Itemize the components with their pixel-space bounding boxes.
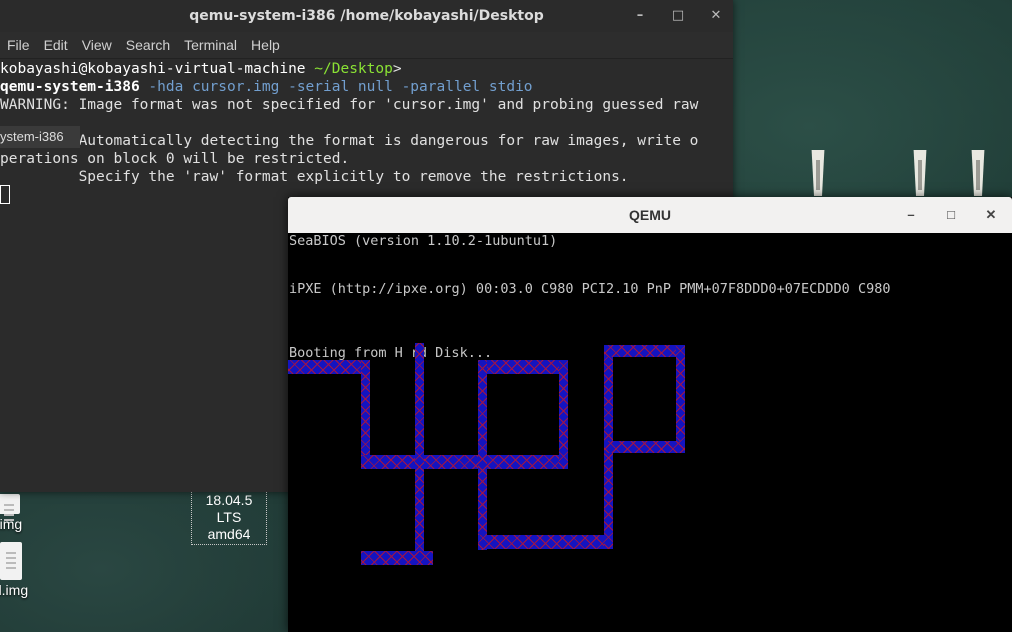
pixel-block bbox=[559, 360, 568, 468]
warning-line: perations on block 0 will be restricted. bbox=[0, 151, 350, 167]
warning-line: Automatically detecting the format is da… bbox=[0, 133, 699, 149]
menu-search[interactable]: Search bbox=[119, 37, 177, 53]
minimize-icon[interactable]: – bbox=[633, 0, 647, 32]
pixel-block bbox=[478, 360, 487, 550]
command-name: qemu-system-i386 bbox=[0, 79, 140, 95]
pixel-block bbox=[604, 345, 685, 357]
pixel-block bbox=[604, 441, 685, 453]
bios-line: SeaBIOS (version 1.10.2-1ubuntu1) bbox=[289, 233, 558, 249]
prompt-symbol: > bbox=[392, 61, 402, 77]
prompt-path: ~/Desktop bbox=[305, 61, 393, 77]
close-icon[interactable]: ✕ bbox=[709, 0, 723, 32]
qemu-titlebar[interactable]: QEMU – □ ✕ bbox=[288, 197, 1012, 233]
pixel-block bbox=[478, 535, 613, 549]
desktop-iso-label[interactable]: 18.04.5 LTS amd64 bbox=[191, 490, 267, 545]
warning-line: WARNING: Image format was not specified … bbox=[0, 97, 699, 113]
terminal-cursor bbox=[0, 185, 10, 204]
terminal-menubar: File Edit View Search Terminal Help bbox=[0, 32, 733, 59]
menu-view[interactable]: View bbox=[75, 37, 119, 53]
file-icon bbox=[0, 494, 20, 514]
desktop-file-icon[interactable]: d.img bbox=[0, 542, 34, 598]
pixel-block bbox=[288, 360, 369, 374]
pixel-block bbox=[361, 455, 568, 469]
menu-help[interactable]: Help bbox=[244, 37, 287, 53]
pixel-block bbox=[361, 360, 370, 456]
boot-line: Booting from Hrd Disk... bbox=[289, 345, 492, 361]
desktop-file-icon[interactable]: .img bbox=[0, 494, 32, 532]
prompt-line: kobayashi@kobayashi-virtual-machine ~/De… bbox=[0, 60, 402, 78]
menu-file[interactable]: File bbox=[0, 37, 37, 53]
close-icon[interactable]: ✕ bbox=[984, 197, 998, 233]
pixel-block bbox=[478, 360, 568, 374]
qemu-window[interactable]: QEMU – □ ✕ SeaBIOS (version 1.10.2-1ubun… bbox=[288, 197, 1012, 632]
maximize-icon[interactable]: □ bbox=[944, 197, 958, 233]
iso-label-line: amd64 bbox=[207, 526, 251, 542]
prompt-user: kobayashi@kobayashi-virtual-machine bbox=[0, 61, 306, 77]
qemu-title: QEMU bbox=[629, 207, 671, 223]
boot-text: Booting from H bbox=[289, 345, 403, 361]
desktop-file-label: .img bbox=[0, 516, 23, 532]
maximize-icon[interactable]: □ bbox=[671, 0, 685, 32]
terminal-titlebar[interactable]: qemu-system-i386 /home/kobayashi/Desktop… bbox=[0, 0, 733, 32]
iso-label-line: 18.04.5 LTS bbox=[205, 492, 253, 525]
taskbar-tooltip: ystem-i386 bbox=[0, 126, 80, 148]
pixel-block bbox=[415, 343, 424, 558]
command-line: qemu-system-i386 -hda cursor.img -serial… bbox=[0, 78, 533, 96]
desktop-file-label: d.img bbox=[0, 582, 29, 598]
warning-line: Specify the 'raw' format explicitly to r… bbox=[0, 169, 629, 185]
menu-terminal[interactable]: Terminal bbox=[177, 37, 244, 53]
minimize-icon[interactable]: – bbox=[904, 197, 918, 233]
command-args: -hda cursor.img -serial null -parallel s… bbox=[139, 79, 533, 95]
bios-line: iPXE (http://ipxe.org) 00:03.0 C980 PCI2… bbox=[289, 281, 891, 297]
menu-edit[interactable]: Edit bbox=[37, 37, 75, 53]
qemu-display[interactable]: SeaBIOS (version 1.10.2-1ubuntu1) iPXE (… bbox=[288, 233, 1012, 632]
pixel-block bbox=[361, 551, 433, 565]
pixel-block bbox=[676, 345, 685, 453]
terminal-title: qemu-system-i386 /home/kobayashi/Desktop bbox=[189, 8, 544, 24]
file-icon bbox=[0, 542, 22, 580]
